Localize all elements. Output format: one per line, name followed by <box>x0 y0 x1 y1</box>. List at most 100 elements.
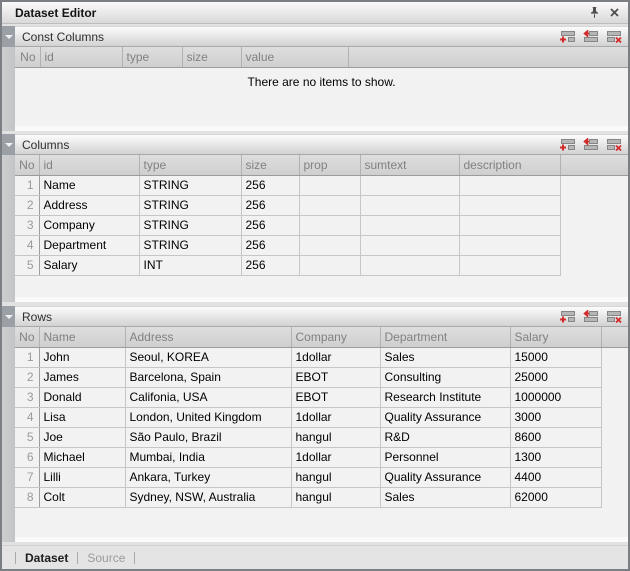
column-header-salary[interactable]: Salary <box>510 327 601 347</box>
data-cell[interactable]: hangul <box>291 427 380 447</box>
data-cell[interactable] <box>459 235 560 255</box>
column-header-no[interactable]: No <box>15 47 40 67</box>
data-cell[interactable]: 256 <box>241 255 299 275</box>
data-cell[interactable]: 256 <box>241 175 299 195</box>
row-number-cell[interactable]: 4 <box>15 407 39 427</box>
delete-row-button[interactable] <box>605 30 622 43</box>
table-row[interactable]: 3DonaldCalifonia, USAEBOTResearch Instit… <box>15 387 628 407</box>
column-header-size[interactable]: size <box>241 155 299 175</box>
data-cell[interactable]: Personnel <box>380 447 510 467</box>
data-cell[interactable]: EBOT <box>291 387 380 407</box>
data-cell[interactable] <box>299 175 360 195</box>
data-cell[interactable] <box>299 255 360 275</box>
data-cell[interactable]: 25000 <box>510 367 601 387</box>
add-row-button[interactable] <box>559 30 576 43</box>
data-cell[interactable] <box>299 215 360 235</box>
collapse-button[interactable] <box>2 134 15 155</box>
data-cell[interactable]: Lisa <box>39 407 125 427</box>
data-cell[interactable]: Lilli <box>39 467 125 487</box>
data-cell[interactable] <box>459 195 560 215</box>
row-number-cell[interactable]: 2 <box>15 195 39 215</box>
data-cell[interactable]: 4400 <box>510 467 601 487</box>
data-cell[interactable]: Research Institute <box>380 387 510 407</box>
data-cell[interactable]: Donald <box>39 387 125 407</box>
column-header-value[interactable]: value <box>241 47 348 67</box>
data-cell[interactable] <box>360 175 459 195</box>
data-cell[interactable]: hangul <box>291 487 380 507</box>
table-row[interactable]: 5SalaryINT256 <box>15 255 628 275</box>
data-cell[interactable] <box>360 235 459 255</box>
data-cell[interactable]: Califonia, USA <box>125 387 291 407</box>
data-cell[interactable]: Mumbai, India <box>125 447 291 467</box>
row-number-cell[interactable]: 8 <box>15 487 39 507</box>
row-number-cell[interactable]: 4 <box>15 235 39 255</box>
data-cell[interactable] <box>299 235 360 255</box>
data-cell[interactable] <box>360 195 459 215</box>
data-cell[interactable]: STRING <box>139 195 241 215</box>
data-cell[interactable]: 1dollar <box>291 407 380 427</box>
data-cell[interactable]: Sales <box>380 347 510 367</box>
column-header-prop[interactable]: prop <box>299 155 360 175</box>
data-cell[interactable]: James <box>39 367 125 387</box>
data-cell[interactable] <box>459 215 560 235</box>
column-header-department[interactable]: Department <box>380 327 510 347</box>
table-row[interactable]: 4DepartmentSTRING256 <box>15 235 628 255</box>
data-cell[interactable] <box>459 255 560 275</box>
data-cell[interactable]: Address <box>39 195 139 215</box>
table-row[interactable]: 1NameSTRING256 <box>15 175 628 195</box>
table-row[interactable]: 8ColtSydney, NSW, AustraliahangulSales62… <box>15 487 628 507</box>
row-number-cell[interactable]: 3 <box>15 387 39 407</box>
close-button[interactable] <box>609 7 620 18</box>
data-cell[interactable]: 3000 <box>510 407 601 427</box>
column-header-type[interactable]: type <box>122 47 182 67</box>
column-header-company[interactable]: Company <box>291 327 380 347</box>
data-cell[interactable]: Company <box>39 215 139 235</box>
data-cell[interactable]: 256 <box>241 235 299 255</box>
data-cell[interactable]: EBOT <box>291 367 380 387</box>
data-cell[interactable]: 256 <box>241 215 299 235</box>
column-header-address[interactable]: Address <box>125 327 291 347</box>
column-header-sumtext[interactable]: sumtext <box>360 155 459 175</box>
row-number-cell[interactable]: 5 <box>15 427 39 447</box>
tab-source[interactable]: Source <box>87 551 125 565</box>
data-cell[interactable]: R&D <box>380 427 510 447</box>
data-cell[interactable]: Barcelona, Spain <box>125 367 291 387</box>
column-header-blank[interactable] <box>348 47 628 67</box>
row-number-cell[interactable]: 6 <box>15 447 39 467</box>
table-row[interactable]: 4LisaLondon, United Kingdom1dollarQualit… <box>15 407 628 427</box>
data-cell[interactable] <box>360 255 459 275</box>
data-cell[interactable]: Seoul, KOREA <box>125 347 291 367</box>
data-cell[interactable]: Department <box>39 235 139 255</box>
data-cell[interactable]: Sydney, NSW, Australia <box>125 487 291 507</box>
table-row[interactable]: 6MichaelMumbai, India1dollarPersonnel130… <box>15 447 628 467</box>
data-cell[interactable]: Colt <box>39 487 125 507</box>
data-cell[interactable]: São Paulo, Brazil <box>125 427 291 447</box>
data-cell[interactable] <box>299 195 360 215</box>
column-header-blank[interactable] <box>601 327 628 347</box>
data-cell[interactable]: 1dollar <box>291 347 380 367</box>
add-row-button[interactable] <box>559 138 576 151</box>
data-cell[interactable]: 15000 <box>510 347 601 367</box>
data-cell[interactable]: John <box>39 347 125 367</box>
table-row[interactable]: 5JoeSão Paulo, BrazilhangulR&D8600 <box>15 427 628 447</box>
pin-button[interactable] <box>589 6 600 19</box>
table-row[interactable]: 3CompanySTRING256 <box>15 215 628 235</box>
insert-row-button[interactable] <box>582 30 599 43</box>
table-row[interactable]: 2AddressSTRING256 <box>15 195 628 215</box>
data-cell[interactable]: Michael <box>39 447 125 467</box>
data-cell[interactable]: STRING <box>139 235 241 255</box>
row-number-cell[interactable]: 5 <box>15 255 39 275</box>
table-row[interactable]: 7LilliAnkara, TurkeyhangulQuality Assura… <box>15 467 628 487</box>
column-header-no[interactable]: No <box>15 327 39 347</box>
data-cell[interactable]: STRING <box>139 175 241 195</box>
table-row[interactable]: 2JamesBarcelona, SpainEBOTConsulting2500… <box>15 367 628 387</box>
data-cell[interactable]: Ankara, Turkey <box>125 467 291 487</box>
column-header-id[interactable]: id <box>39 155 139 175</box>
column-header-type[interactable]: type <box>139 155 241 175</box>
row-number-cell[interactable]: 1 <box>15 175 39 195</box>
data-cell[interactable]: INT <box>139 255 241 275</box>
data-cell[interactable] <box>459 175 560 195</box>
delete-row-button[interactable] <box>605 310 622 323</box>
data-cell[interactable]: 1300 <box>510 447 601 467</box>
row-number-cell[interactable]: 3 <box>15 215 39 235</box>
